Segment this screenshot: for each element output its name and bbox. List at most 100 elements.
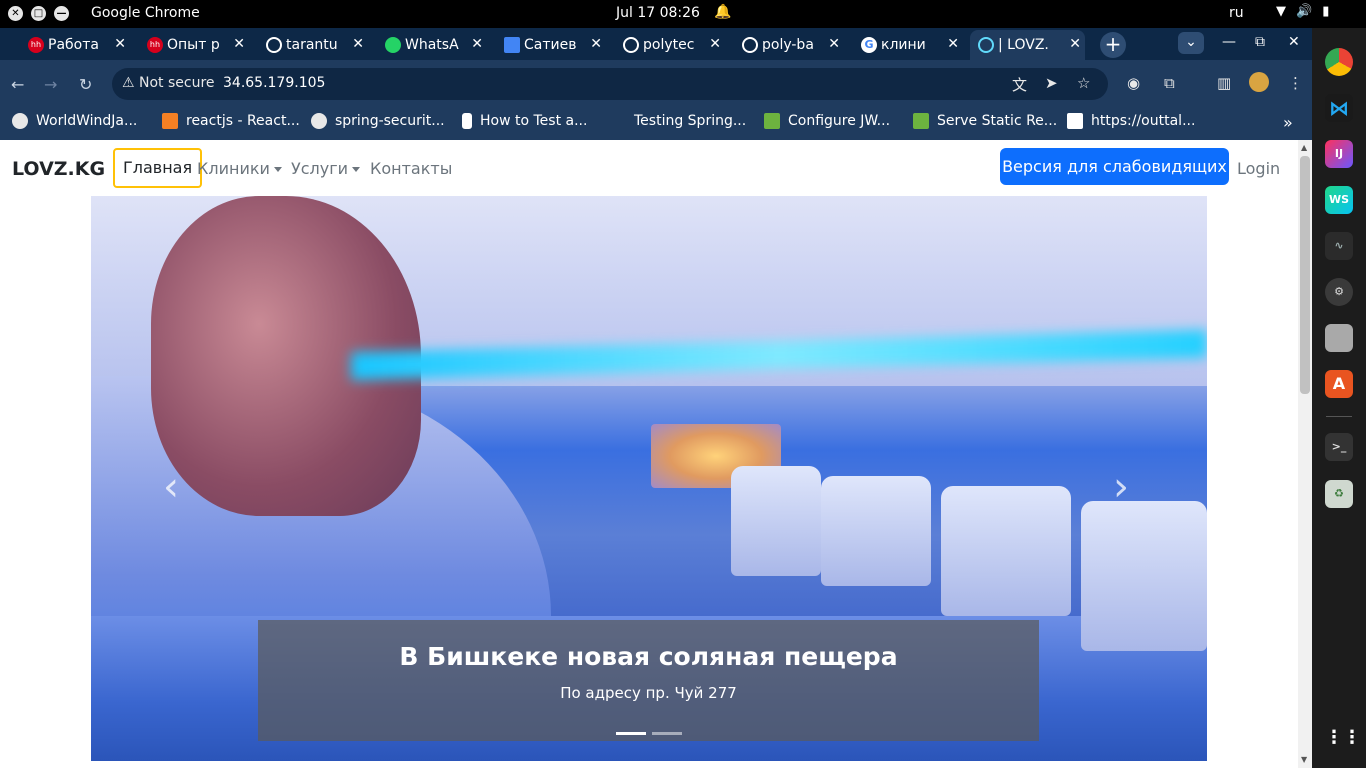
new-tab-button[interactable]: + bbox=[1100, 32, 1126, 58]
scroll-down-arrow-icon[interactable]: ▼ bbox=[1301, 755, 1307, 764]
tab-label: tarantu bbox=[286, 37, 338, 53]
bookmark-item[interactable]: Serve Static Re... bbox=[913, 113, 1057, 129]
caption-title: В Бишкеке новая соляная пещера bbox=[399, 642, 898, 671]
hero-carousel[interactable]: ‹ › В Бишкеке новая соляная пещера По ад… bbox=[91, 196, 1207, 761]
carousel-indicator-active[interactable] bbox=[616, 732, 646, 735]
tab-search-button[interactable]: ⌄ bbox=[1178, 32, 1204, 54]
extension-icon[interactable]: ◉ bbox=[1127, 74, 1140, 92]
bookmark-item[interactable]: Testing Spring... bbox=[610, 113, 746, 129]
carousel-next-icon[interactable]: › bbox=[1113, 464, 1129, 510]
bookmarks-overflow-icon[interactable]: » bbox=[1283, 113, 1293, 132]
security-indicator[interactable]: ⚠ Not secure bbox=[122, 75, 215, 91]
active-app-name[interactable]: Google Chrome bbox=[91, 5, 200, 21]
address-bar[interactable]: ⚠ Not secure 34.65.179.105 文 ➤ ☆ bbox=[112, 68, 1108, 100]
browser-tab[interactable]: polytec ✕ bbox=[615, 30, 725, 60]
nav-clinics-dropdown[interactable]: Клиники bbox=[197, 159, 282, 178]
site-brand[interactable]: LOVZ.KG bbox=[12, 158, 105, 180]
vscode-icon[interactable]: ⋈ bbox=[1325, 94, 1353, 122]
close-icon[interactable]: ✕ bbox=[828, 36, 840, 52]
nav-contacts[interactable]: Контакты bbox=[370, 159, 452, 178]
translate-icon[interactable]: 文 bbox=[1012, 74, 1027, 95]
webstorm-icon[interactable]: WS bbox=[1325, 186, 1353, 214]
scrollbar-thumb[interactable] bbox=[1300, 156, 1310, 394]
trash-icon[interactable]: ♻ bbox=[1325, 480, 1353, 508]
bookmark-star-icon[interactable]: ☆ bbox=[1077, 74, 1090, 92]
restore-icon[interactable]: ⧉ bbox=[1255, 34, 1265, 50]
site-navbar: LOVZ.KG Главная Клиники Услуги Контакты … bbox=[0, 140, 1298, 196]
side-panel-icon[interactable]: ▥ bbox=[1217, 74, 1231, 92]
page-scrollbar[interactable]: ▲ ▼ bbox=[1298, 140, 1312, 768]
files-icon[interactable] bbox=[1325, 324, 1353, 352]
bookmark-item[interactable]: spring-securit... bbox=[311, 113, 445, 129]
nav-home[interactable]: Главная bbox=[113, 148, 203, 188]
caret-down-icon bbox=[352, 167, 361, 172]
minimize-window-button[interactable]: — bbox=[54, 6, 69, 21]
github-icon bbox=[266, 37, 282, 53]
login-link[interactable]: Login bbox=[1237, 159, 1280, 178]
carousel-prev-icon[interactable]: ‹ bbox=[163, 464, 179, 510]
bookmark-label: How to Test a... bbox=[480, 113, 588, 129]
menu-kebab-icon[interactable]: ⋮ bbox=[1288, 74, 1303, 92]
browser-tab[interactable]: poly-ba ✕ bbox=[734, 30, 844, 60]
github-icon bbox=[311, 113, 327, 129]
github-icon bbox=[623, 37, 639, 53]
scroll-up-arrow-icon[interactable]: ▲ bbox=[1301, 143, 1307, 152]
volume-icon: 🔊 bbox=[1296, 4, 1313, 19]
tab-strip: hh Работа ✕ hh Опыт р ✕ tarantu ✕ WhatsA… bbox=[0, 28, 1312, 60]
browser-tab[interactable]: tarantu ✕ bbox=[258, 30, 368, 60]
bookmark-item[interactable]: How to Test a... bbox=[462, 113, 587, 129]
bookmark-item[interactable]: WorldWindJa... bbox=[12, 113, 137, 129]
bookmark-item[interactable]: https://outtal... bbox=[1067, 113, 1195, 129]
forward-arrow-icon[interactable]: → bbox=[44, 75, 57, 94]
terminal-icon[interactable]: >_ bbox=[1325, 433, 1353, 461]
accessibility-version-button[interactable]: Версия для слабовидящих bbox=[1000, 148, 1229, 185]
close-icon[interactable]: ✕ bbox=[590, 36, 602, 52]
close-icon[interactable]: ✕ bbox=[114, 36, 126, 52]
browser-tab[interactable]: Сатиев ✕ bbox=[496, 30, 606, 60]
bookmarks-bar: WorldWindJa... reactjs - React... spring… bbox=[0, 108, 1312, 140]
close-icon[interactable]: ✕ bbox=[1069, 36, 1081, 52]
profile-avatar[interactable] bbox=[1249, 72, 1269, 92]
close-browser-icon[interactable]: ✕ bbox=[1288, 34, 1300, 50]
close-icon[interactable]: ✕ bbox=[233, 36, 245, 52]
bell-icon[interactable]: 🔔 bbox=[714, 4, 731, 20]
bookmark-item[interactable]: reactjs - React... bbox=[162, 113, 300, 129]
settings-gear-icon[interactable]: ⚙ bbox=[1325, 278, 1353, 306]
show-apps-grid-icon[interactable]: ⋮⋮ bbox=[1325, 724, 1361, 752]
close-window-button[interactable]: ✕ bbox=[8, 6, 23, 21]
browser-tab[interactable]: hh Работа ✕ bbox=[20, 30, 130, 60]
intellij-icon[interactable]: IJ bbox=[1325, 140, 1353, 168]
language-indicator[interactable]: ru bbox=[1229, 5, 1244, 21]
browser-toolbar: ← → ↻ ⚠ Not secure 34.65.179.105 文 ➤ ☆ ◉… bbox=[0, 60, 1312, 108]
close-icon[interactable]: ✕ bbox=[709, 36, 721, 52]
browser-tab-active[interactable]: | LOVZ. ✕ bbox=[970, 30, 1085, 60]
close-icon[interactable]: ✕ bbox=[947, 36, 959, 52]
caret-down-icon bbox=[273, 167, 282, 172]
whatsapp-icon bbox=[385, 37, 401, 53]
nav-services-dropdown[interactable]: Услуги bbox=[291, 159, 361, 178]
browser-tab[interactable]: hh Опыт р ✕ bbox=[139, 30, 249, 60]
close-icon[interactable]: ✕ bbox=[471, 36, 483, 52]
ubuntu-dock: ⋈ IJ WS ∿ ⚙ A >_ ♻ ⋮⋮ bbox=[1312, 28, 1366, 768]
chrome-icon[interactable] bbox=[1325, 48, 1353, 76]
system-monitor-icon[interactable]: ∿ bbox=[1325, 232, 1353, 260]
tab-label: | LOVZ. bbox=[998, 37, 1049, 53]
carousel-indicator[interactable] bbox=[652, 732, 682, 735]
software-center-icon[interactable]: A bbox=[1325, 370, 1353, 398]
tab-label: клини bbox=[881, 37, 926, 53]
bookmark-label: Configure JW... bbox=[788, 113, 891, 129]
system-tray[interactable]: ▼ 🔊 ▮ bbox=[1276, 4, 1329, 19]
browser-tab[interactable]: G клини ✕ bbox=[853, 30, 963, 60]
bookmark-item[interactable]: Configure JW... bbox=[764, 113, 890, 129]
github-icon bbox=[12, 113, 28, 129]
reload-icon[interactable]: ↻ bbox=[79, 75, 92, 94]
system-clock[interactable]: Jul 17 08:26 bbox=[616, 5, 700, 21]
close-icon[interactable]: ✕ bbox=[352, 36, 364, 52]
back-arrow-icon[interactable]: ← bbox=[11, 75, 24, 94]
minimize-icon[interactable]: — bbox=[1222, 34, 1236, 50]
send-icon[interactable]: ➤ bbox=[1045, 74, 1058, 92]
extensions-puzzle-icon[interactable]: ⧉ bbox=[1164, 74, 1175, 92]
url-text[interactable]: 34.65.179.105 bbox=[223, 75, 325, 91]
browser-tab[interactable]: WhatsA ✕ bbox=[377, 30, 487, 60]
maximize-window-button[interactable]: □ bbox=[31, 6, 46, 21]
